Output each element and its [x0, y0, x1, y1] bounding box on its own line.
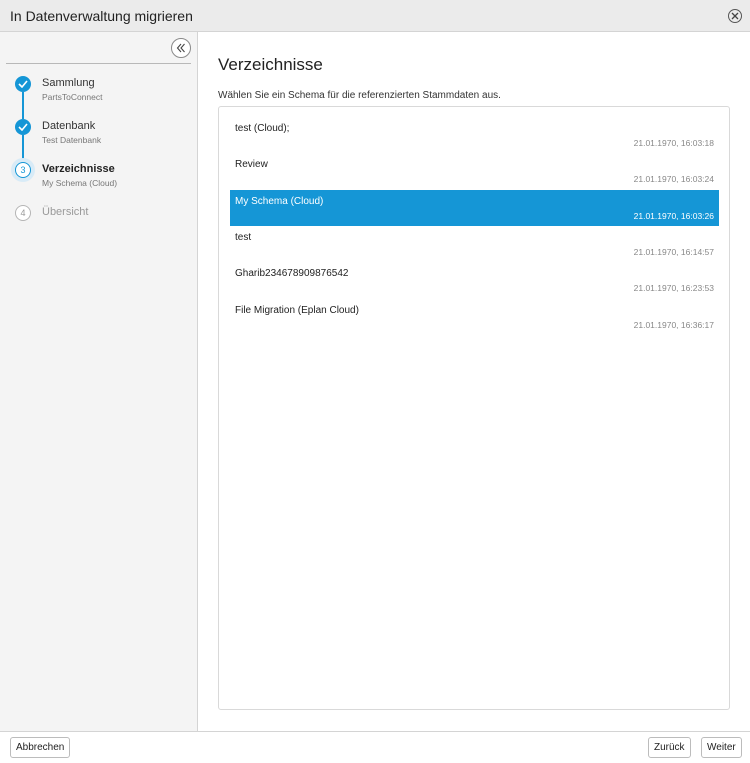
- close-button[interactable]: [728, 9, 742, 23]
- wizard-step-sammlung[interactable]: Sammlung PartsToConnect: [0, 72, 198, 115]
- main-panel: Verzeichnisse Wählen Sie ein Schema für …: [199, 32, 750, 731]
- schema-list-item[interactable]: Gharib234678909876542 21.01.1970, 16:23:…: [230, 262, 719, 298]
- schema-list-item[interactable]: test (Cloud); 21.01.1970, 16:03:18: [230, 117, 719, 153]
- step-label: Übersicht: [42, 206, 89, 218]
- step-done-marker: [15, 119, 31, 135]
- schema-name: test: [235, 232, 252, 243]
- schema-name: My Schema (Cloud): [235, 196, 324, 207]
- schema-list-item[interactable]: test 21.01.1970, 16:14:57: [230, 226, 719, 262]
- schema-list-item[interactable]: Review 21.01.1970, 16:03:24: [230, 153, 719, 189]
- instruction-text: Wählen Sie ein Schema für die referenzie…: [218, 90, 501, 101]
- schema-list-item[interactable]: File Migration (Eplan Cloud) 21.01.1970,…: [230, 299, 719, 335]
- wizard-step-verzeichnisse[interactable]: 3 Verzeichnisse My Schema (Cloud): [0, 158, 198, 201]
- step-label: Verzeichnisse: [42, 163, 115, 175]
- step-done-marker: [15, 76, 31, 92]
- step-todo-marker: 4: [15, 205, 31, 221]
- wizard-step-uebersicht[interactable]: 4 Übersicht: [0, 201, 198, 244]
- schema-name: File Migration (Eplan Cloud): [235, 305, 359, 316]
- close-icon: [731, 12, 739, 20]
- collapse-sidebar-button[interactable]: [171, 38, 191, 58]
- dialog-title: In Datenverwaltung migrieren: [10, 8, 193, 24]
- step-number: 3: [20, 165, 26, 175]
- step-sublabel: Test Datenbank: [42, 135, 102, 145]
- step-sublabel: PartsToConnect: [42, 92, 103, 102]
- step-label: Datenbank: [42, 120, 96, 132]
- cancel-button[interactable]: Abbrechen: [10, 737, 71, 758]
- step-current-marker: 3: [15, 162, 31, 178]
- wizard-step-datenbank[interactable]: Datenbank Test Datenbank: [0, 115, 198, 158]
- page-title: Verzeichnisse: [218, 55, 323, 74]
- wizard-sidebar: Sammlung PartsToConnect Datenbank Test D…: [0, 32, 198, 731]
- step-sublabel: My Schema (Cloud): [42, 178, 118, 188]
- sidebar-divider: [6, 63, 191, 64]
- schema-date: 21.01.1970, 16:36:17: [633, 320, 714, 330]
- schema-name: test (Cloud);: [235, 123, 290, 134]
- schema-date: 21.01.1970, 16:03:26: [633, 211, 714, 221]
- double-chevron-left-icon: [176, 43, 185, 53]
- next-button[interactable]: Weiter: [701, 737, 742, 758]
- schema-name: Gharib234678909876542: [235, 268, 349, 279]
- dialog-titlebar: In Datenverwaltung migrieren: [0, 0, 750, 32]
- step-label: Sammlung: [42, 77, 95, 89]
- step-number: 4: [20, 208, 26, 218]
- schema-date: 21.01.1970, 16:03:24: [633, 174, 714, 184]
- schema-list-item-selected[interactable]: My Schema (Cloud) 21.01.1970, 16:03:26: [230, 190, 719, 226]
- schema-date: 21.01.1970, 16:23:53: [633, 283, 714, 293]
- checkmark-icon: [18, 123, 28, 131]
- schema-name: Review: [235, 159, 268, 170]
- dialog-footer: Abbrechen Zurück Weiter: [0, 731, 750, 763]
- checkmark-icon: [18, 80, 28, 88]
- back-button[interactable]: Zurück: [648, 737, 691, 758]
- schema-date: 21.01.1970, 16:14:57: [633, 247, 714, 257]
- schema-list: test (Cloud); 21.01.1970, 16:03:18 Revie…: [218, 106, 730, 710]
- schema-date: 21.01.1970, 16:03:18: [633, 138, 714, 148]
